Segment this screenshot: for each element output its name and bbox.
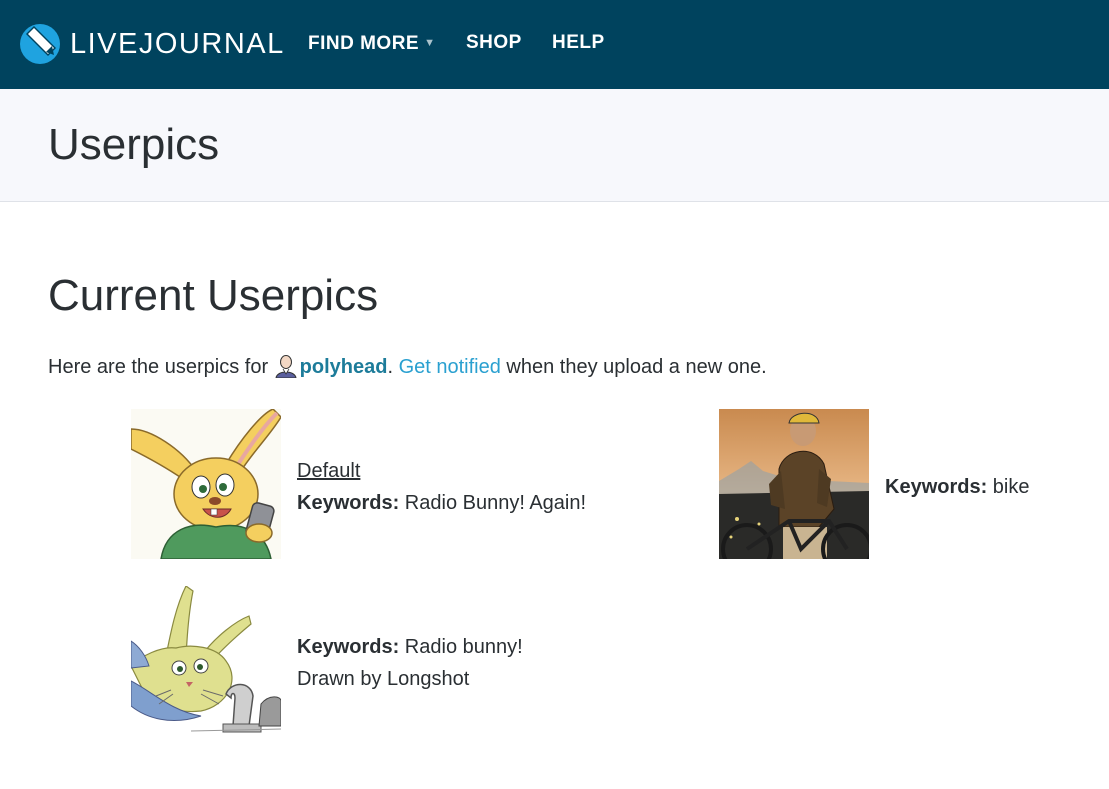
nav-help[interactable]: HELP: [552, 31, 605, 55]
userpic-info-2: Keywords: bike: [885, 471, 1030, 503]
user-icon[interactable]: [274, 354, 298, 379]
nav-find-more[interactable]: FIND MORE ▼: [308, 31, 436, 56]
keywords-value: bike: [987, 476, 1030, 498]
keywords-value: Radio Bunny! Again!: [399, 492, 587, 514]
section-title: Current Userpics: [48, 271, 379, 320]
brand-name[interactable]: LIVEJOURNAL: [70, 26, 285, 62]
keywords-label: Keywords:: [885, 476, 988, 498]
nav-find-more-label: FIND MORE: [308, 33, 420, 54]
default-link[interactable]: Default: [297, 455, 586, 487]
userpic-image[interactable]: [719, 409, 869, 559]
intro-text: Here are the userpics for polyhead. Get …: [48, 354, 767, 380]
caret-down-icon: ▼: [424, 37, 436, 49]
livejournal-logo-icon[interactable]: [18, 22, 62, 66]
userpic-info-1: Default Keywords: Radio Bunny! Again!: [297, 455, 586, 519]
page-header: Userpics: [0, 89, 1109, 202]
intro-after-link: when they upload a new one.: [500, 356, 767, 378]
keywords-line: Keywords: Radio Bunny! Again!: [297, 487, 586, 519]
keywords-label: Keywords:: [297, 636, 400, 658]
userpic-image[interactable]: [131, 586, 281, 736]
keywords-line: Keywords: Radio bunny!: [297, 631, 523, 663]
username-link[interactable]: polyhead: [300, 356, 388, 378]
nav-shop[interactable]: SHOP: [466, 31, 522, 55]
keywords-label: Keywords:: [297, 492, 400, 514]
get-notified-link[interactable]: Get notified: [399, 356, 501, 378]
intro-after-user: .: [387, 356, 399, 378]
page-title: Userpics: [48, 120, 220, 169]
userpic-description: Drawn by Longshot: [297, 668, 470, 690]
top-navbar: LIVEJOURNAL FIND MORE ▼ SHOP HELP: [0, 0, 1109, 89]
intro-before: Here are the userpics for: [48, 356, 274, 378]
userpic-info-3: Keywords: Radio bunny! Drawn by Longshot: [297, 631, 523, 695]
keywords-value: Radio bunny!: [399, 636, 523, 658]
keywords-line: Keywords: bike: [885, 471, 1030, 503]
userpic-image[interactable]: [131, 409, 281, 559]
